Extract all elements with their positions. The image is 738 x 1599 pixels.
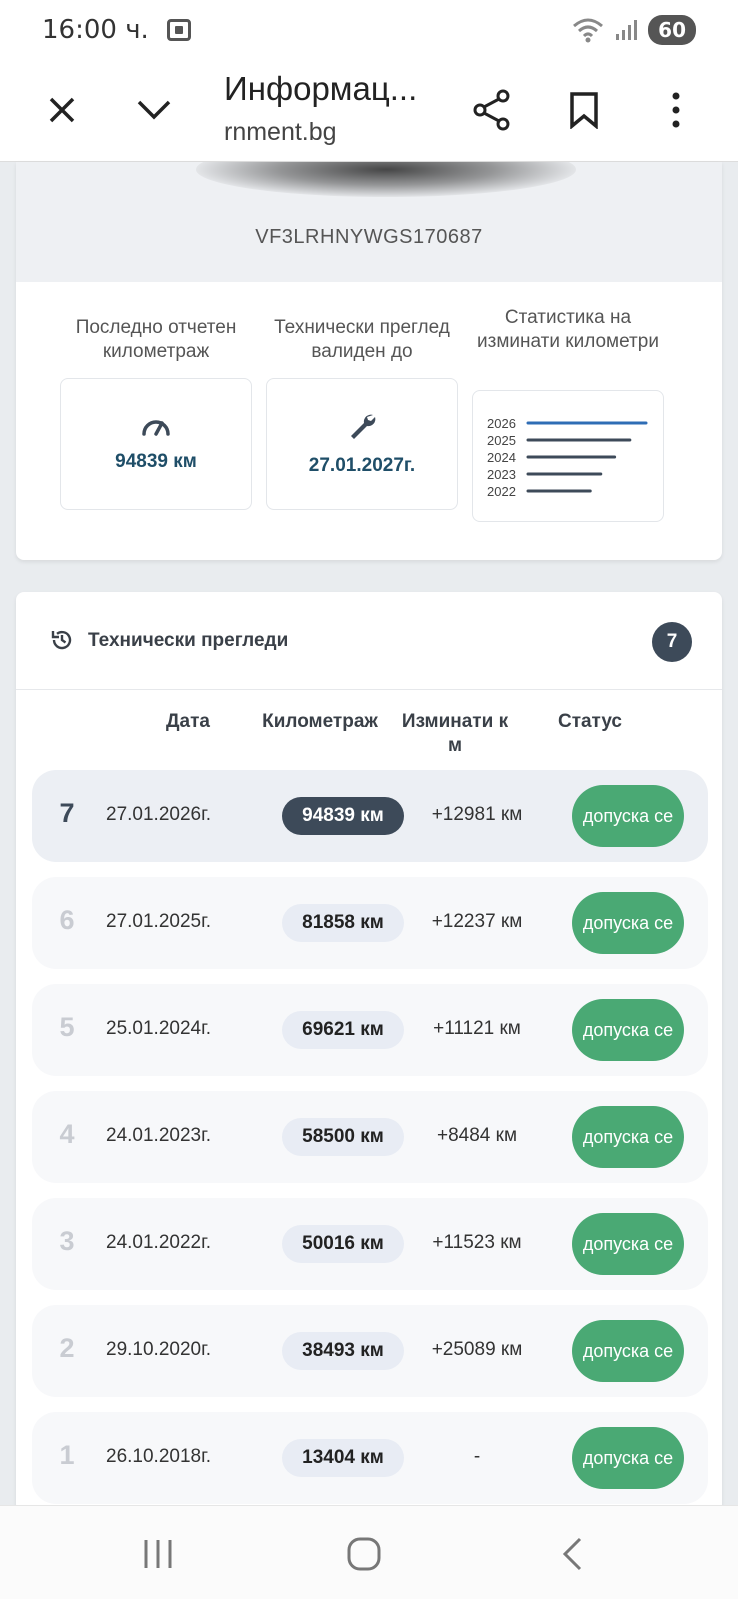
table-row[interactable]: 1 26.10.2018г. 13404 км - допуска се — [32, 1412, 708, 1504]
row-mileage: 94839 км — [282, 797, 404, 835]
vehicle-image-area: VF3LRHNYWGS170687 — [16, 162, 722, 282]
back-icon[interactable] — [542, 1526, 602, 1582]
row-distance: - — [473, 1446, 481, 1467]
row-distance: +12981 км — [431, 804, 523, 825]
wifi-icon — [573, 18, 604, 43]
history-icon — [51, 630, 72, 650]
mileage-value: 94839 км — [115, 451, 197, 472]
share-icon[interactable] — [464, 82, 520, 138]
row-date: 24.01.2022г. — [106, 1232, 211, 1253]
row-date: 26.10.2018г. — [106, 1446, 211, 1467]
row-mileage: 69621 км — [282, 1011, 404, 1049]
status-badge: допуска се — [572, 785, 684, 847]
status-badge: допуска се — [572, 999, 684, 1061]
row-mileage: 13404 км — [282, 1439, 404, 1477]
status-badge: допуска се — [572, 1427, 684, 1489]
inspections-card: Технически прегледи 7 Дата Километраж Из… — [16, 592, 722, 1512]
row-distance: +11523 км — [432, 1232, 522, 1253]
chart-tick-label: 2023 — [487, 467, 516, 482]
battery-indicator: 60 — [648, 15, 696, 45]
speedometer-icon — [142, 420, 170, 436]
inspections-title: Технически прегледи — [88, 630, 289, 651]
table-row[interactable]: 4 24.01.2023г. 58500 км +8484 км допуска се — [32, 1091, 708, 1183]
vin-number: VF3LRHNYWGS170687 — [255, 226, 483, 248]
status-bar: 16:00 ч. 60 — [0, 0, 738, 60]
screenshot-icon — [166, 19, 191, 41]
row-number: 5 — [59, 1012, 75, 1042]
row-number: 6 — [59, 905, 75, 935]
chart-label: Статистика на изминати километри — [477, 307, 659, 352]
table-row[interactable]: 3 24.01.2022г. 50016 км +11523 км допуска се — [32, 1198, 708, 1290]
status-badge: допуска се — [572, 892, 684, 954]
mileage-box: 94839 км — [60, 378, 252, 510]
inspection-value: 27.01.2027г. — [308, 455, 416, 476]
table-row[interactable]: 2 29.10.2020г. 38493 км +25089 км допуска се — [32, 1305, 708, 1397]
status-badge: допуска се — [572, 1320, 684, 1382]
row-number: 1 — [59, 1440, 75, 1470]
recent-apps-icon[interactable] — [128, 1526, 188, 1582]
status-icons: 60 — [572, 15, 696, 45]
home-icon[interactable] — [334, 1526, 394, 1582]
row-distance: +8484 км — [436, 1125, 518, 1146]
column-header-date: Дата — [166, 711, 210, 732]
row-mileage: 58500 км — [282, 1118, 404, 1156]
page-title[interactable]: Информац... — [224, 70, 417, 108]
status-badge: допуска се — [572, 1213, 684, 1275]
chart-tick-label: 2022 — [487, 484, 516, 499]
page-url[interactable]: rnment.bg — [224, 118, 337, 147]
row-number: 3 — [59, 1226, 75, 1256]
row-date: 29.10.2020г. — [106, 1339, 211, 1360]
column-header-status: Статус — [557, 711, 623, 732]
browser-toolbar: Информац... rnment.bg — [0, 60, 738, 162]
chevron-down-icon[interactable] — [126, 82, 182, 138]
mileage-chart-svg: 2026 2025 2024 2023 2022 — [487, 416, 648, 499]
column-header-distance: Изминати к м — [401, 711, 509, 756]
more-vert-icon[interactable] — [648, 82, 704, 138]
bookmark-icon[interactable] — [556, 82, 612, 138]
row-mileage: 38493 км — [282, 1332, 404, 1370]
table-row[interactable]: 5 25.01.2024г. 69621 км +11121 км допуска се — [32, 984, 708, 1076]
row-mileage: 50016 км — [282, 1225, 404, 1263]
inspection-box: 27.01.2027г. — [266, 378, 458, 510]
row-mileage: 81858 км — [282, 904, 404, 942]
status-badge: допуска се — [572, 1106, 684, 1168]
column-header-mileage: Километраж — [262, 711, 378, 732]
vehicle-summary-card: VF3LRHNYWGS170687 Последно отчетен килом… — [16, 162, 722, 560]
table-row[interactable]: 7 27.01.2026г. 94839 км +12981 км допуска се — [32, 770, 708, 862]
row-date: 25.01.2024г. — [106, 1018, 211, 1039]
row-date: 27.01.2026г. — [106, 804, 211, 825]
row-date: 24.01.2023г. — [106, 1125, 211, 1146]
chart-tick-label: 2024 — [487, 450, 516, 465]
row-distance: +12237 км — [431, 911, 523, 932]
table-row[interactable]: 6 27.01.2025г. 81858 км +12237 км допуска се — [32, 877, 708, 969]
row-distance: +25089 км — [431, 1339, 523, 1360]
vehicle-image — [196, 162, 576, 197]
system-nav-bar — [0, 1505, 738, 1599]
wrench-icon — [351, 414, 376, 439]
mileage-label: Последно отчетен километраж — [75, 317, 237, 362]
row-number: 2 — [59, 1333, 75, 1363]
inspections-count-badge: 7 — [652, 622, 692, 662]
inspection-label: Технически преглед валиден до — [274, 317, 450, 362]
chart-tick-label: 2025 — [487, 433, 516, 448]
row-number: 4 — [59, 1119, 75, 1149]
row-distance: +11121 км — [433, 1018, 521, 1039]
close-icon[interactable] — [34, 82, 90, 138]
status-time: 16:00 ч. — [42, 15, 149, 45]
signal-icon — [616, 20, 638, 40]
row-date: 27.01.2025г. — [106, 911, 211, 932]
chart-tick-label: 2026 — [487, 416, 516, 431]
mileage-chart[interactable]: 2026 2025 2024 2023 2022 — [472, 390, 664, 522]
row-number: 7 — [59, 798, 75, 828]
inspections-header: Технически прегледи 7 — [16, 592, 722, 690]
